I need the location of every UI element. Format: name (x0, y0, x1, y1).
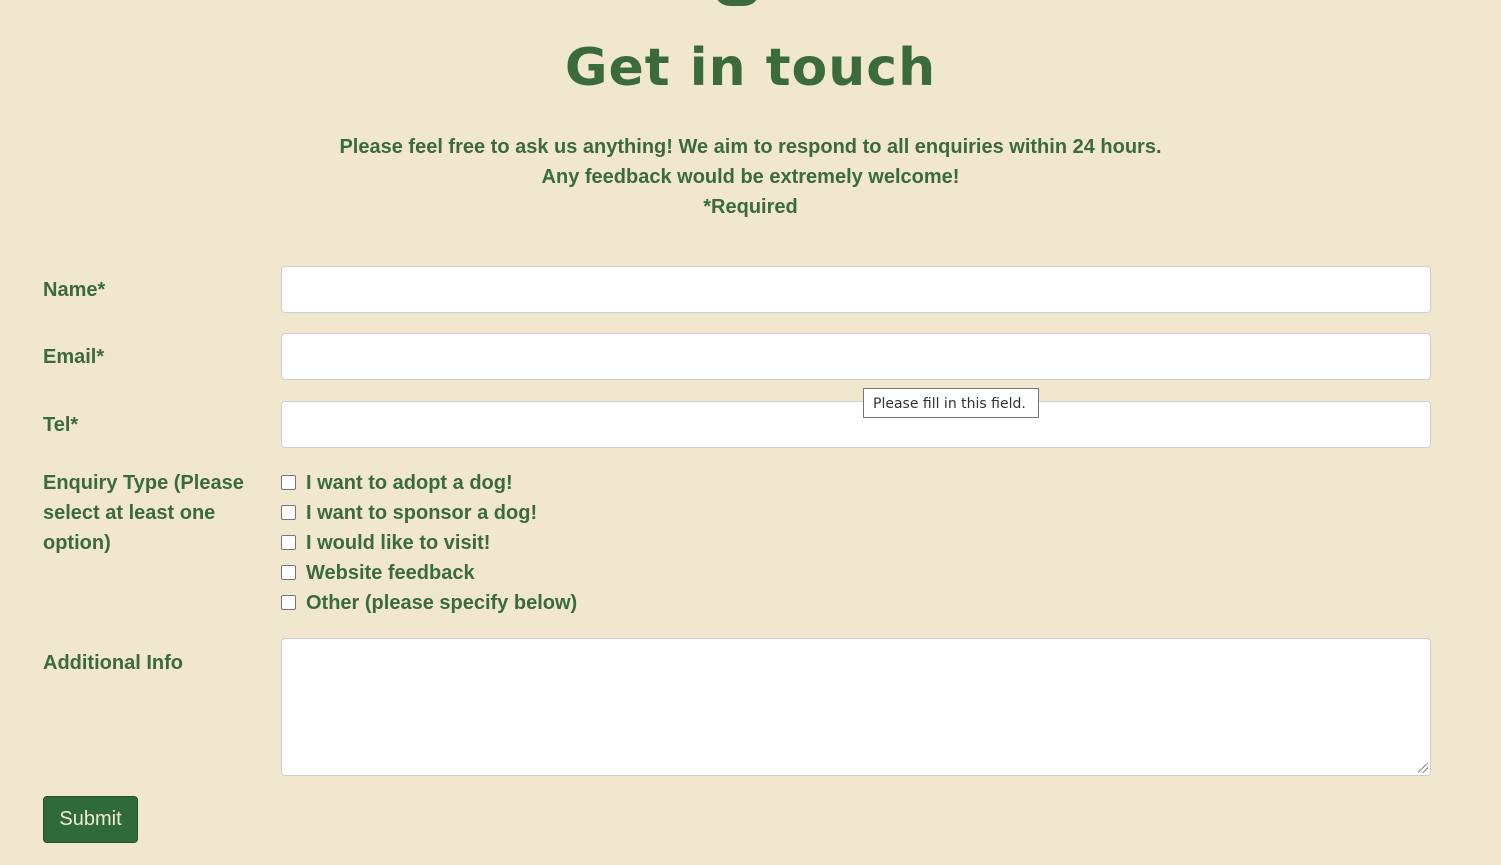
sponsor-label[interactable]: I want to sponsor a dog! (306, 498, 537, 528)
intro-text: Please feel free to ask us anything! We … (0, 132, 1501, 222)
tel-input[interactable] (281, 401, 1431, 448)
other-checkbox[interactable] (281, 595, 296, 610)
intro-line-1: Please feel free to ask us anything! We … (339, 136, 1162, 158)
email-row: Email* (43, 333, 1431, 380)
validation-tooltip: Please fill in this field. (863, 388, 1039, 418)
name-row: Name* (43, 266, 1431, 313)
submit-button[interactable]: Submit (43, 796, 138, 843)
additional-info-textarea[interactable] (281, 638, 1431, 776)
adopt-label[interactable]: I want to adopt a dog! (306, 468, 513, 498)
additional-info-row: Additional Info (43, 638, 1431, 776)
email-label: Email* (43, 346, 105, 368)
feedback-label[interactable]: Website feedback (306, 558, 475, 588)
other-label[interactable]: Other (please specify below) (306, 588, 577, 618)
name-input[interactable] (281, 266, 1431, 313)
required-note: *Required (703, 196, 798, 218)
feedback-checkbox[interactable] (281, 565, 296, 580)
additional-info-label: Additional Info (43, 652, 183, 674)
email-input[interactable] (281, 333, 1431, 380)
page-title: Get in touch (564, 38, 937, 98)
logo-mark (714, 0, 760, 6)
enquiry-type-label: Enquiry Type (Please select at least one… (43, 472, 244, 554)
visit-checkbox[interactable] (281, 535, 296, 550)
intro-line-2: Any feedback would be extremely welcome! (541, 166, 960, 188)
sponsor-checkbox[interactable] (281, 505, 296, 520)
tel-label: Tel* (43, 414, 79, 436)
tel-row: Tel* (43, 401, 1431, 448)
adopt-checkbox[interactable] (281, 475, 296, 490)
resize-grip-icon[interactable] (1418, 763, 1428, 773)
enquiry-type-row: Enquiry Type (Please select at least one… (43, 468, 1431, 618)
visit-label[interactable]: I would like to visit! (306, 528, 490, 558)
name-label: Name* (43, 279, 106, 301)
